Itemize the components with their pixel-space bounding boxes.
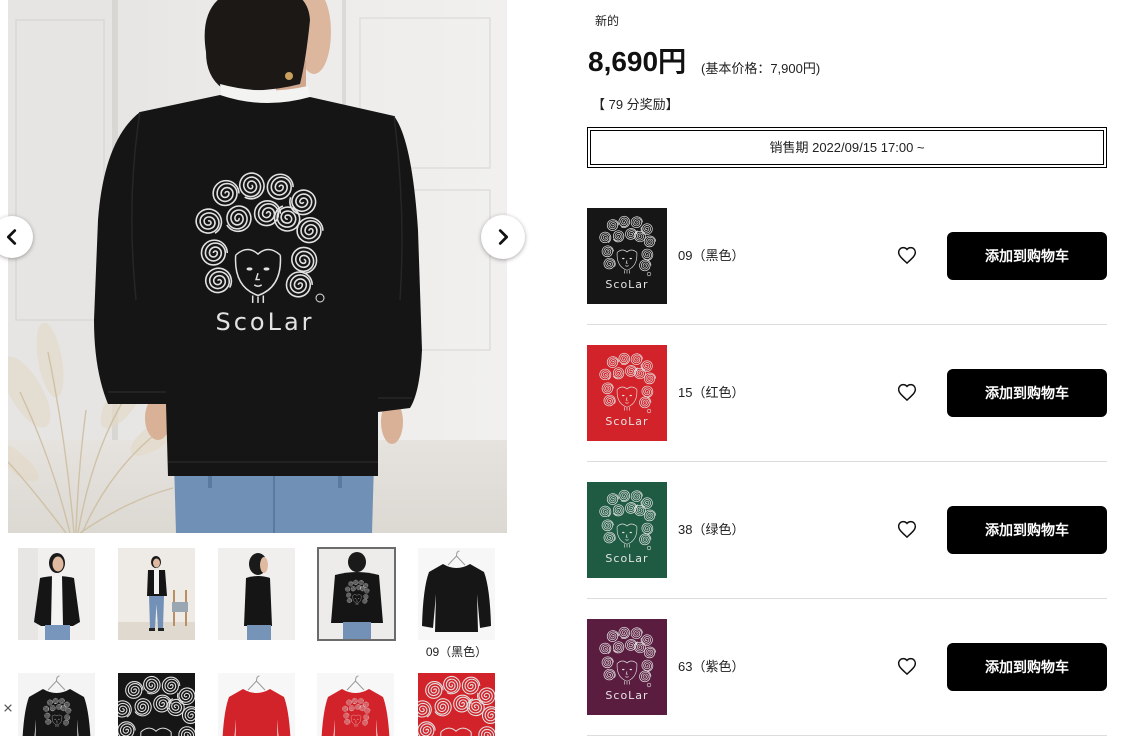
thumbnail-6[interactable] [18, 673, 95, 736]
variant-image[interactable]: ScoLar [587, 482, 667, 578]
thumbnail-image [418, 673, 495, 736]
base-price: (基本价格：7,900円) [701, 61, 821, 76]
thumbnail-2[interactable] [118, 548, 195, 640]
thumbnail-10[interactable] [418, 673, 495, 736]
variant-graphic: ScoLar [587, 345, 667, 441]
variant-image[interactable]: ScoLar [587, 345, 667, 441]
thumbnail-4-selected[interactable] [317, 547, 396, 641]
variant-graphic: ScoLar [587, 619, 667, 715]
variant-graphic: ScoLar [587, 208, 667, 304]
thumbnail-5[interactable] [418, 548, 495, 640]
thumbnail-image [319, 549, 394, 639]
chevron-left-icon [6, 229, 17, 245]
variant-graphic: ScoLar [587, 482, 667, 578]
thumbnail-caption: 09（黑色） [425, 645, 488, 659]
variant-label: 15（红色） [678, 385, 745, 400]
thumbnail-image [18, 548, 95, 640]
thumbnail-image [218, 673, 295, 736]
graphic-lettering: ScoLar [605, 689, 648, 702]
variant-row-red: ScoLar 15（红色） 添加到购物车 [587, 325, 1107, 462]
add-to-cart-button[interactable]: 添加到购物车 [947, 232, 1107, 280]
close-button[interactable] [0, 700, 16, 716]
thumbnail-3[interactable] [218, 548, 295, 640]
variant-label: 09（黑色） [678, 248, 745, 263]
earring [285, 72, 293, 80]
thumbnail-image [118, 673, 195, 736]
thumbnail-8[interactable] [218, 673, 295, 736]
heart-outline-icon [897, 520, 917, 539]
graphic-lettering: ScoLar [605, 415, 648, 428]
variant-row-green: ScoLar 38（绿色） 添加到购物车 [587, 462, 1107, 599]
wishlist-button[interactable] [897, 383, 917, 403]
variant-image[interactable]: ScoLar [587, 619, 667, 715]
graphic-lettering: ScoLar [605, 552, 648, 565]
thumbnail-image [317, 673, 394, 736]
variant-label: 63（紫色） [678, 659, 745, 674]
reward-points: 【 79 分奖励】 [592, 97, 679, 112]
thumbnail-1[interactable] [18, 548, 95, 640]
heart-outline-icon [897, 383, 917, 402]
variant-row-purple: ScoLar 63（紫色） 添加到购物车 [587, 599, 1107, 736]
graphic-lettering: ScoLar [215, 308, 314, 336]
heart-outline-icon [897, 657, 917, 676]
wishlist-button[interactable] [897, 657, 917, 677]
variant-label: 38（绿色） [678, 522, 745, 537]
wishlist-button[interactable] [897, 520, 917, 540]
model-hair [204, 0, 310, 91]
graphic-lettering: ScoLar [605, 278, 648, 291]
condition-label: 新的 [595, 14, 620, 28]
thumbnail-image [118, 548, 195, 640]
variant-row-black: ScoLar 09（黑色） 添加到购物车 [587, 188, 1107, 325]
thumbnail-7[interactable] [118, 673, 195, 736]
variant-image[interactable]: ScoLar [587, 208, 667, 304]
close-icon [4, 704, 12, 712]
main-product-photo[interactable]: ScoLar [8, 0, 507, 533]
sale-period-box: 销售期 2022/09/15 17:00 ~ [587, 127, 1107, 168]
heart-outline-icon [897, 246, 917, 265]
thumbnail-9[interactable] [317, 673, 394, 736]
main-product-photo-image: ScoLar [8, 0, 507, 533]
add-to-cart-button[interactable]: 添加到购物车 [947, 506, 1107, 554]
price: 8,690円 [588, 46, 687, 77]
chevron-right-icon [498, 229, 509, 245]
wishlist-button[interactable] [897, 246, 917, 266]
thumbnail-image [18, 673, 95, 736]
add-to-cart-button[interactable]: 添加到购物车 [947, 643, 1107, 691]
add-to-cart-button[interactable]: 添加到购物车 [947, 369, 1107, 417]
thumbnail-image [418, 548, 495, 640]
thumbnail-image [218, 548, 295, 640]
next-image-button[interactable] [481, 215, 525, 259]
